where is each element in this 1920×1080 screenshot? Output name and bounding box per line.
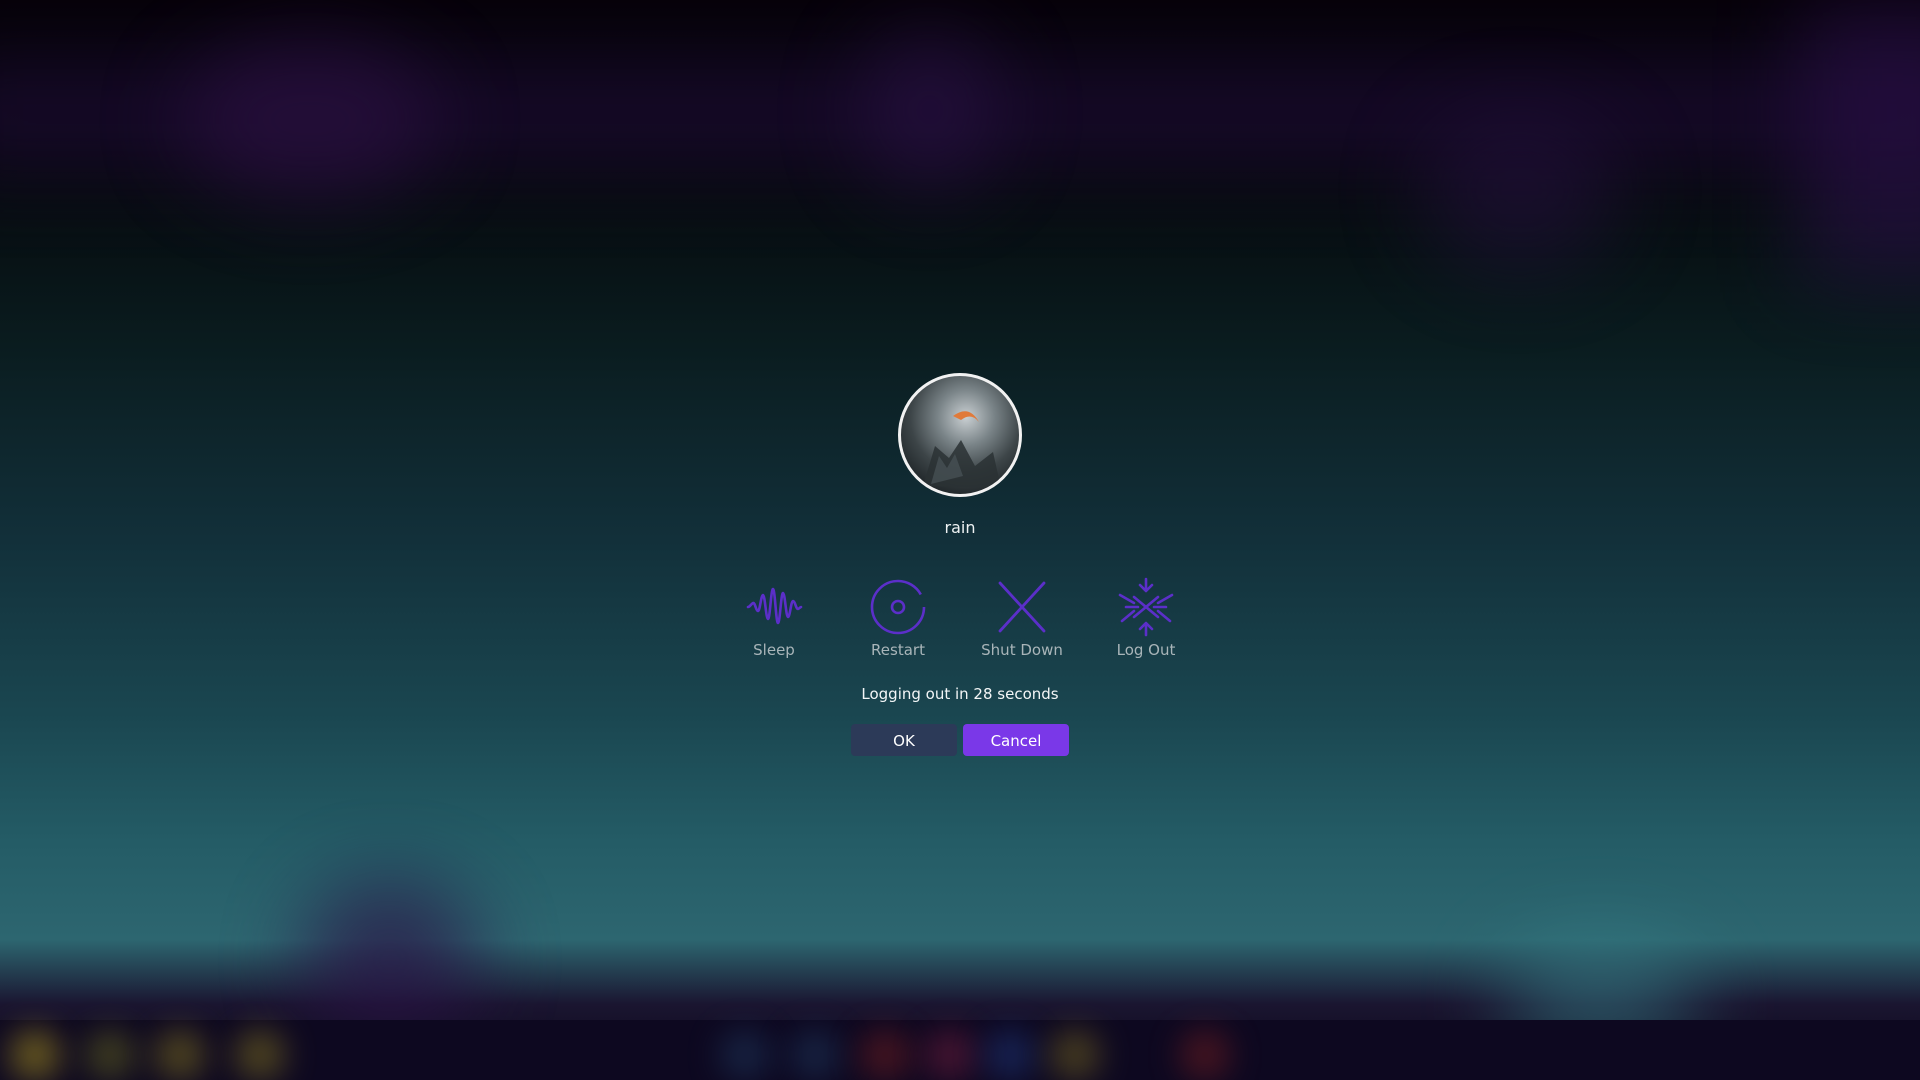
logout-icon xyxy=(1118,577,1174,637)
restart-label: Restart xyxy=(871,641,925,659)
shutdown-icon xyxy=(998,581,1046,633)
backdrop-shape xyxy=(1800,0,1920,280)
blurred-taskbar-icon xyxy=(1050,1030,1100,1080)
backdrop-shape xyxy=(300,880,480,1040)
logout-countdown-text: Logging out in 28 seconds xyxy=(861,685,1059,703)
shutdown-button[interactable]: Shut Down xyxy=(960,577,1084,667)
shutdown-label: Shut Down xyxy=(981,641,1063,659)
blurred-taskbar-icon xyxy=(985,1030,1035,1080)
sleep-icon xyxy=(746,587,803,625)
blurred-taskbar-icon xyxy=(85,1030,135,1080)
logout-screen: rain Sleep Restart Shut Down Log Out Log… xyxy=(0,0,1920,1080)
sleep-button[interactable]: Sleep xyxy=(712,577,836,667)
blurred-taskbar-icon xyxy=(155,1030,205,1080)
logout-dialog: rain Sleep Restart Shut Down Log Out Log… xyxy=(560,370,1360,770)
username: rain xyxy=(944,518,976,537)
ok-button[interactable]: OK xyxy=(851,724,957,756)
blurred-taskbar-icon xyxy=(790,1030,840,1080)
restart-icon xyxy=(870,579,926,635)
blurred-taskbar-icon xyxy=(1180,1030,1230,1080)
sleep-label: Sleep xyxy=(753,641,795,659)
backdrop-shape xyxy=(860,30,1000,190)
power-actions: Sleep Restart Shut Down Log Out xyxy=(712,577,1208,667)
avatar-image xyxy=(923,411,1001,488)
avatar xyxy=(898,373,1022,497)
blurred-taskbar-icon xyxy=(860,1030,910,1080)
cancel-button[interactable]: Cancel xyxy=(963,724,1069,756)
blurred-taskbar-icon xyxy=(10,1030,60,1080)
restart-button[interactable]: Restart xyxy=(836,577,960,667)
blurred-taskbar-icon xyxy=(720,1030,770,1080)
backdrop-top-band xyxy=(0,60,1920,170)
backdrop-shape xyxy=(1420,110,1620,270)
blurred-taskbar-icon xyxy=(235,1030,285,1080)
logout-label: Log Out xyxy=(1116,641,1176,659)
backdrop-shape xyxy=(180,40,440,200)
blurred-taskbar-icon xyxy=(925,1030,975,1080)
logout-button[interactable]: Log Out xyxy=(1084,577,1208,667)
